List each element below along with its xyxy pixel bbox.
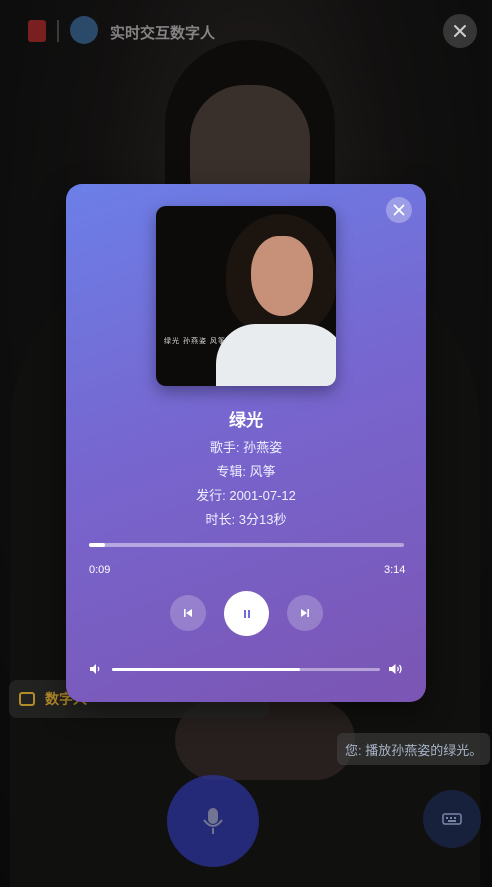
keyboard-icon	[442, 813, 462, 825]
logo-divider	[57, 20, 59, 42]
volume-fill	[112, 668, 300, 671]
duration-line: 时长: 3分13秒	[205, 512, 287, 527]
progress-bar[interactable]	[89, 543, 404, 547]
next-button[interactable]	[287, 595, 323, 631]
close-app-button[interactable]	[443, 14, 477, 48]
current-time: 0:09	[89, 564, 111, 576]
previous-button[interactable]	[170, 595, 206, 631]
album-line: 专辑: 风筝	[216, 464, 276, 479]
artist-line: 歌手: 孙燕姿	[209, 440, 283, 455]
brand-logo-icon	[28, 20, 46, 42]
cover-text: 绿光 孙燕姿 风筝	[164, 338, 226, 345]
volume-high-icon[interactable]	[388, 662, 403, 676]
partner-logo-icon	[70, 16, 98, 44]
app-title: 实时交互数字人	[110, 25, 216, 42]
user-message-bubble: 您: 播放孙燕姿的绿光。	[337, 733, 491, 765]
microphone-icon	[203, 808, 223, 834]
music-player-card: 绿光 孙燕姿 风筝 绿光 歌手: 孙燕姿 专辑: 风筝 发行: 2001-07-…	[66, 184, 426, 702]
album-cover: 绿光 孙燕姿 风筝	[156, 206, 336, 386]
close-icon	[393, 204, 405, 216]
volume-slider[interactable]	[112, 668, 380, 671]
microphone-button[interactable]	[167, 775, 259, 867]
close-player-button[interactable]	[386, 197, 412, 223]
close-icon	[454, 25, 466, 37]
total-time: 3:14	[384, 564, 406, 576]
release-line: 发行: 2001-07-12	[196, 488, 296, 503]
keyboard-button[interactable]	[423, 790, 481, 848]
song-title: 绿光	[229, 411, 263, 430]
top-bar: 实时交互数字人	[0, 0, 492, 62]
robot-icon	[19, 692, 35, 706]
skip-previous-icon	[184, 609, 192, 617]
progress-fill	[89, 543, 105, 547]
play-pause-button[interactable]	[224, 591, 269, 636]
cover-shirt	[216, 324, 336, 386]
pause-icon	[243, 609, 250, 618]
volume-low-icon[interactable]	[89, 663, 101, 675]
skip-next-icon	[301, 609, 309, 617]
cover-face	[251, 236, 313, 316]
